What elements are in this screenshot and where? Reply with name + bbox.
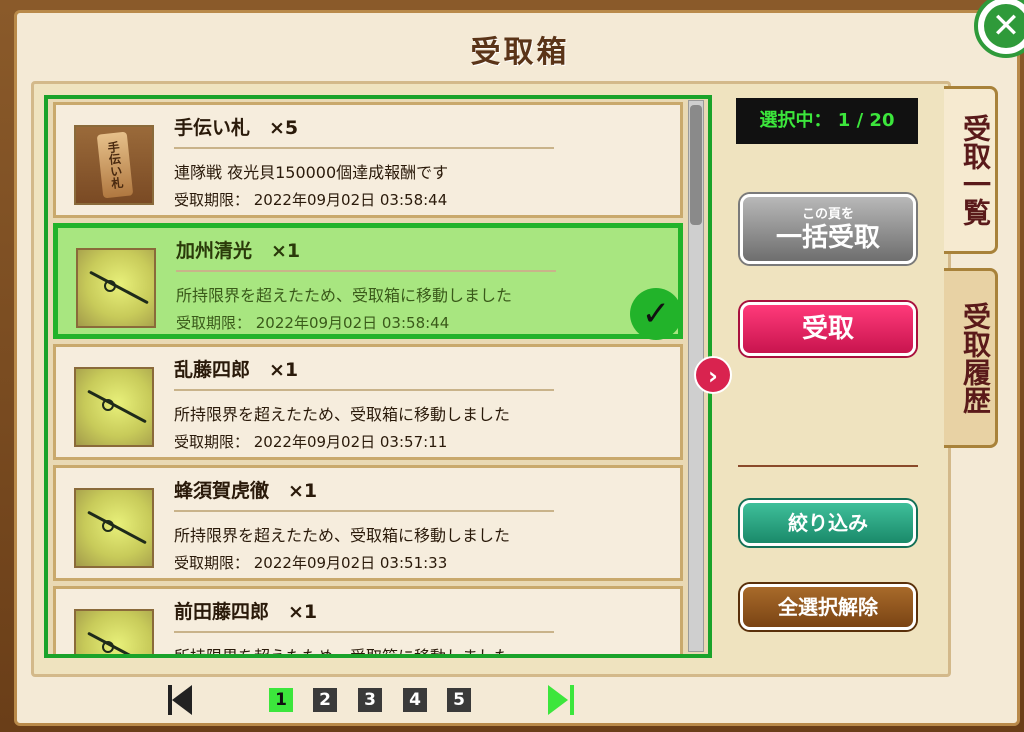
page-button-5[interactable]: 5 <box>447 688 471 712</box>
item-deadline: 受取期限： 2022年09月02日 03:51:33 <box>174 554 448 572</box>
item-desc: 所持限界を超えたため、受取箱に移動しました <box>174 647 511 658</box>
list-item[interactable]: 前田藤四郎 ×1 所持限界を超えたため、受取箱に移動しました <box>53 586 683 658</box>
sword-icon <box>74 609 154 654</box>
thumb-label: 手伝い札 <box>96 131 134 199</box>
check-icon: ✓ <box>630 288 682 340</box>
counter-label: 選択中： <box>759 110 832 131</box>
last-page-arrow <box>548 685 568 715</box>
item-name: 前田藤四郎 ×1 <box>174 601 318 623</box>
page-button-4[interactable]: 4 <box>403 688 427 712</box>
divider <box>176 270 556 272</box>
sword-guard <box>102 520 114 532</box>
deselect-all-button[interactable]: 全選択解除 <box>740 584 916 630</box>
sword-blade <box>87 631 147 654</box>
divider <box>174 389 554 391</box>
item-deadline: 受取期限： 2022年09月02日 03:57:11 <box>174 433 448 451</box>
sword-icon <box>74 367 154 447</box>
scrollbar-thumb[interactable] <box>690 105 702 225</box>
bulk-receive-button[interactable]: この頁を 一括受取 <box>740 194 916 264</box>
first-page-icon[interactable] <box>168 685 194 715</box>
bulk-receive-label: 一括受取 <box>775 223 880 253</box>
sword-blade <box>87 389 147 424</box>
divider <box>738 465 918 467</box>
sword-blade <box>87 510 147 545</box>
page-title: 受取箱 <box>470 35 570 70</box>
bulk-receive-sublabel: この頁を <box>801 207 854 222</box>
list-item[interactable]: 手伝い札 手伝い札 ×5 連隊戦 夜光貝150000個達成報酬です 受取期限： … <box>53 102 683 218</box>
sword-guard <box>104 280 116 292</box>
chevron-right-icon[interactable]: › <box>694 356 732 394</box>
page-button-2[interactable]: 2 <box>313 688 337 712</box>
sword-guard <box>102 399 114 411</box>
item-name: 手伝い札 ×5 <box>174 117 299 139</box>
sword-blade <box>89 270 149 305</box>
last-page-bar <box>570 685 574 715</box>
last-page-icon[interactable] <box>548 685 574 715</box>
item-deadline: 受取期限： 2022年09月02日 03:58:44 <box>176 314 450 332</box>
tab-receive-list[interactable]: 受取一覧 <box>944 86 998 254</box>
counter-value: 1 / 20 <box>837 110 895 131</box>
list-item[interactable]: 乱藤四郎 ×1 所持限界を超えたため、受取箱に移動しました 受取期限： 2022… <box>53 344 683 460</box>
item-desc: 連隊戦 夜光貝150000個達成報酬です <box>174 163 449 182</box>
item-desc: 所持限界を超えたため、受取箱に移動しました <box>176 286 513 305</box>
divider <box>174 510 554 512</box>
divider <box>174 631 554 633</box>
page-button-1[interactable]: 1 <box>269 688 293 712</box>
sword-icon <box>76 248 156 328</box>
selection-counter: 選択中： 1 / 20 <box>736 98 918 144</box>
pagination: 1 2 3 4 5 <box>0 683 1024 717</box>
item-name: 蜂須賀虎徹 ×1 <box>174 480 318 502</box>
item-desc: 所持限界を超えたため、受取箱に移動しました <box>174 526 511 545</box>
sword-icon <box>74 488 154 568</box>
item-desc: 所持限界を超えたため、受取箱に移動しました <box>174 405 511 424</box>
item-list: 手伝い札 手伝い札 ×5 連隊戦 夜光貝150000個達成報酬です 受取期限： … <box>44 95 712 658</box>
list-item-selected[interactable]: 加州清光 ×1 所持限界を超えたため、受取箱に移動しました 受取期限： 2022… <box>53 223 683 340</box>
item-deadline: 受取期限： 2022年09月02日 03:58:44 <box>174 191 448 209</box>
list-item[interactable]: 蜂須賀虎徹 ×1 所持限界を超えたため、受取箱に移動しました 受取期限： 202… <box>53 465 683 581</box>
receive-button[interactable]: 受取 <box>740 302 916 356</box>
filter-button[interactable]: 絞り込み <box>740 500 916 546</box>
first-page-arrow <box>172 685 192 715</box>
item-name: 加州清光 ×1 <box>176 240 301 262</box>
page-button-3[interactable]: 3 <box>358 688 382 712</box>
close-icon: ✕ <box>984 4 1024 48</box>
sword-guard <box>102 641 114 653</box>
item-name: 乱藤四郎 ×1 <box>174 359 299 381</box>
divider <box>174 147 554 149</box>
tab-receive-history[interactable]: 受取履歴 <box>944 268 998 448</box>
tag-icon: 手伝い札 <box>74 125 154 205</box>
